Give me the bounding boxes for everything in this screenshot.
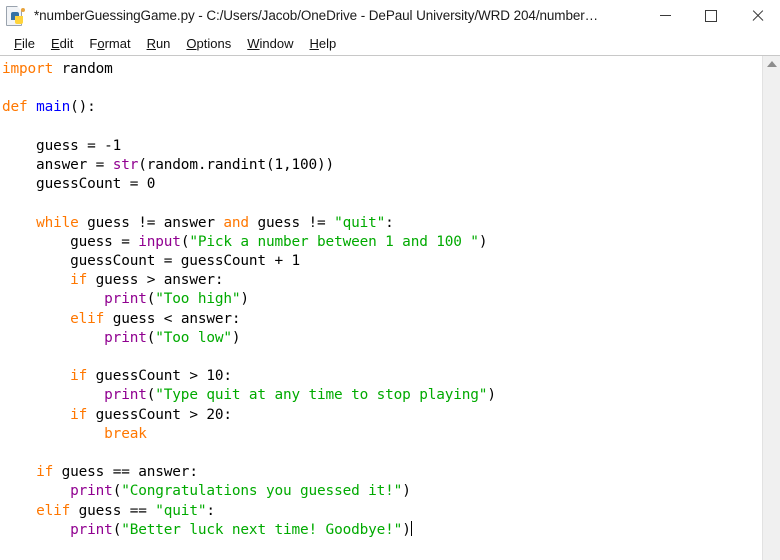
- text-caret: [410, 520, 412, 536]
- menu-item-options[interactable]: Options: [178, 34, 239, 53]
- code-text-area[interactable]: import random def main(): guess = -1 ans…: [0, 56, 762, 560]
- idle-editor-window: *numberGuessingGame.py - C:/Users/Jacob/…: [0, 0, 780, 560]
- maximize-button[interactable]: [688, 0, 734, 31]
- python-file-icon: [5, 5, 27, 27]
- menu-item-window[interactable]: Window: [239, 34, 301, 53]
- window-title: *numberGuessingGame.py - C:/Users/Jacob/…: [34, 8, 599, 23]
- editor-area: import random def main(): guess = -1 ans…: [0, 56, 780, 560]
- menu-item-edit[interactable]: Edit: [43, 34, 81, 53]
- title-bar[interactable]: *numberGuessingGame.py - C:/Users/Jacob/…: [0, 0, 780, 31]
- menu-item-file[interactable]: File: [6, 34, 43, 53]
- vertical-scrollbar[interactable]: [762, 56, 780, 560]
- close-button[interactable]: [734, 0, 780, 31]
- menu-item-help[interactable]: Help: [302, 34, 345, 53]
- source-code[interactable]: import random def main(): guess = -1 ans…: [2, 60, 762, 540]
- close-icon: [751, 9, 764, 22]
- menu-item-run[interactable]: Run: [139, 34, 179, 53]
- minimize-icon: [659, 15, 671, 16]
- maximize-icon: [705, 9, 717, 22]
- scroll-up-arrow-icon[interactable]: [766, 61, 777, 67]
- menu-item-format[interactable]: Format: [81, 34, 138, 53]
- window-controls: [642, 0, 780, 31]
- menu-bar: File Edit Format Run Options Window Help: [0, 31, 780, 56]
- minimize-button[interactable]: [642, 0, 688, 31]
